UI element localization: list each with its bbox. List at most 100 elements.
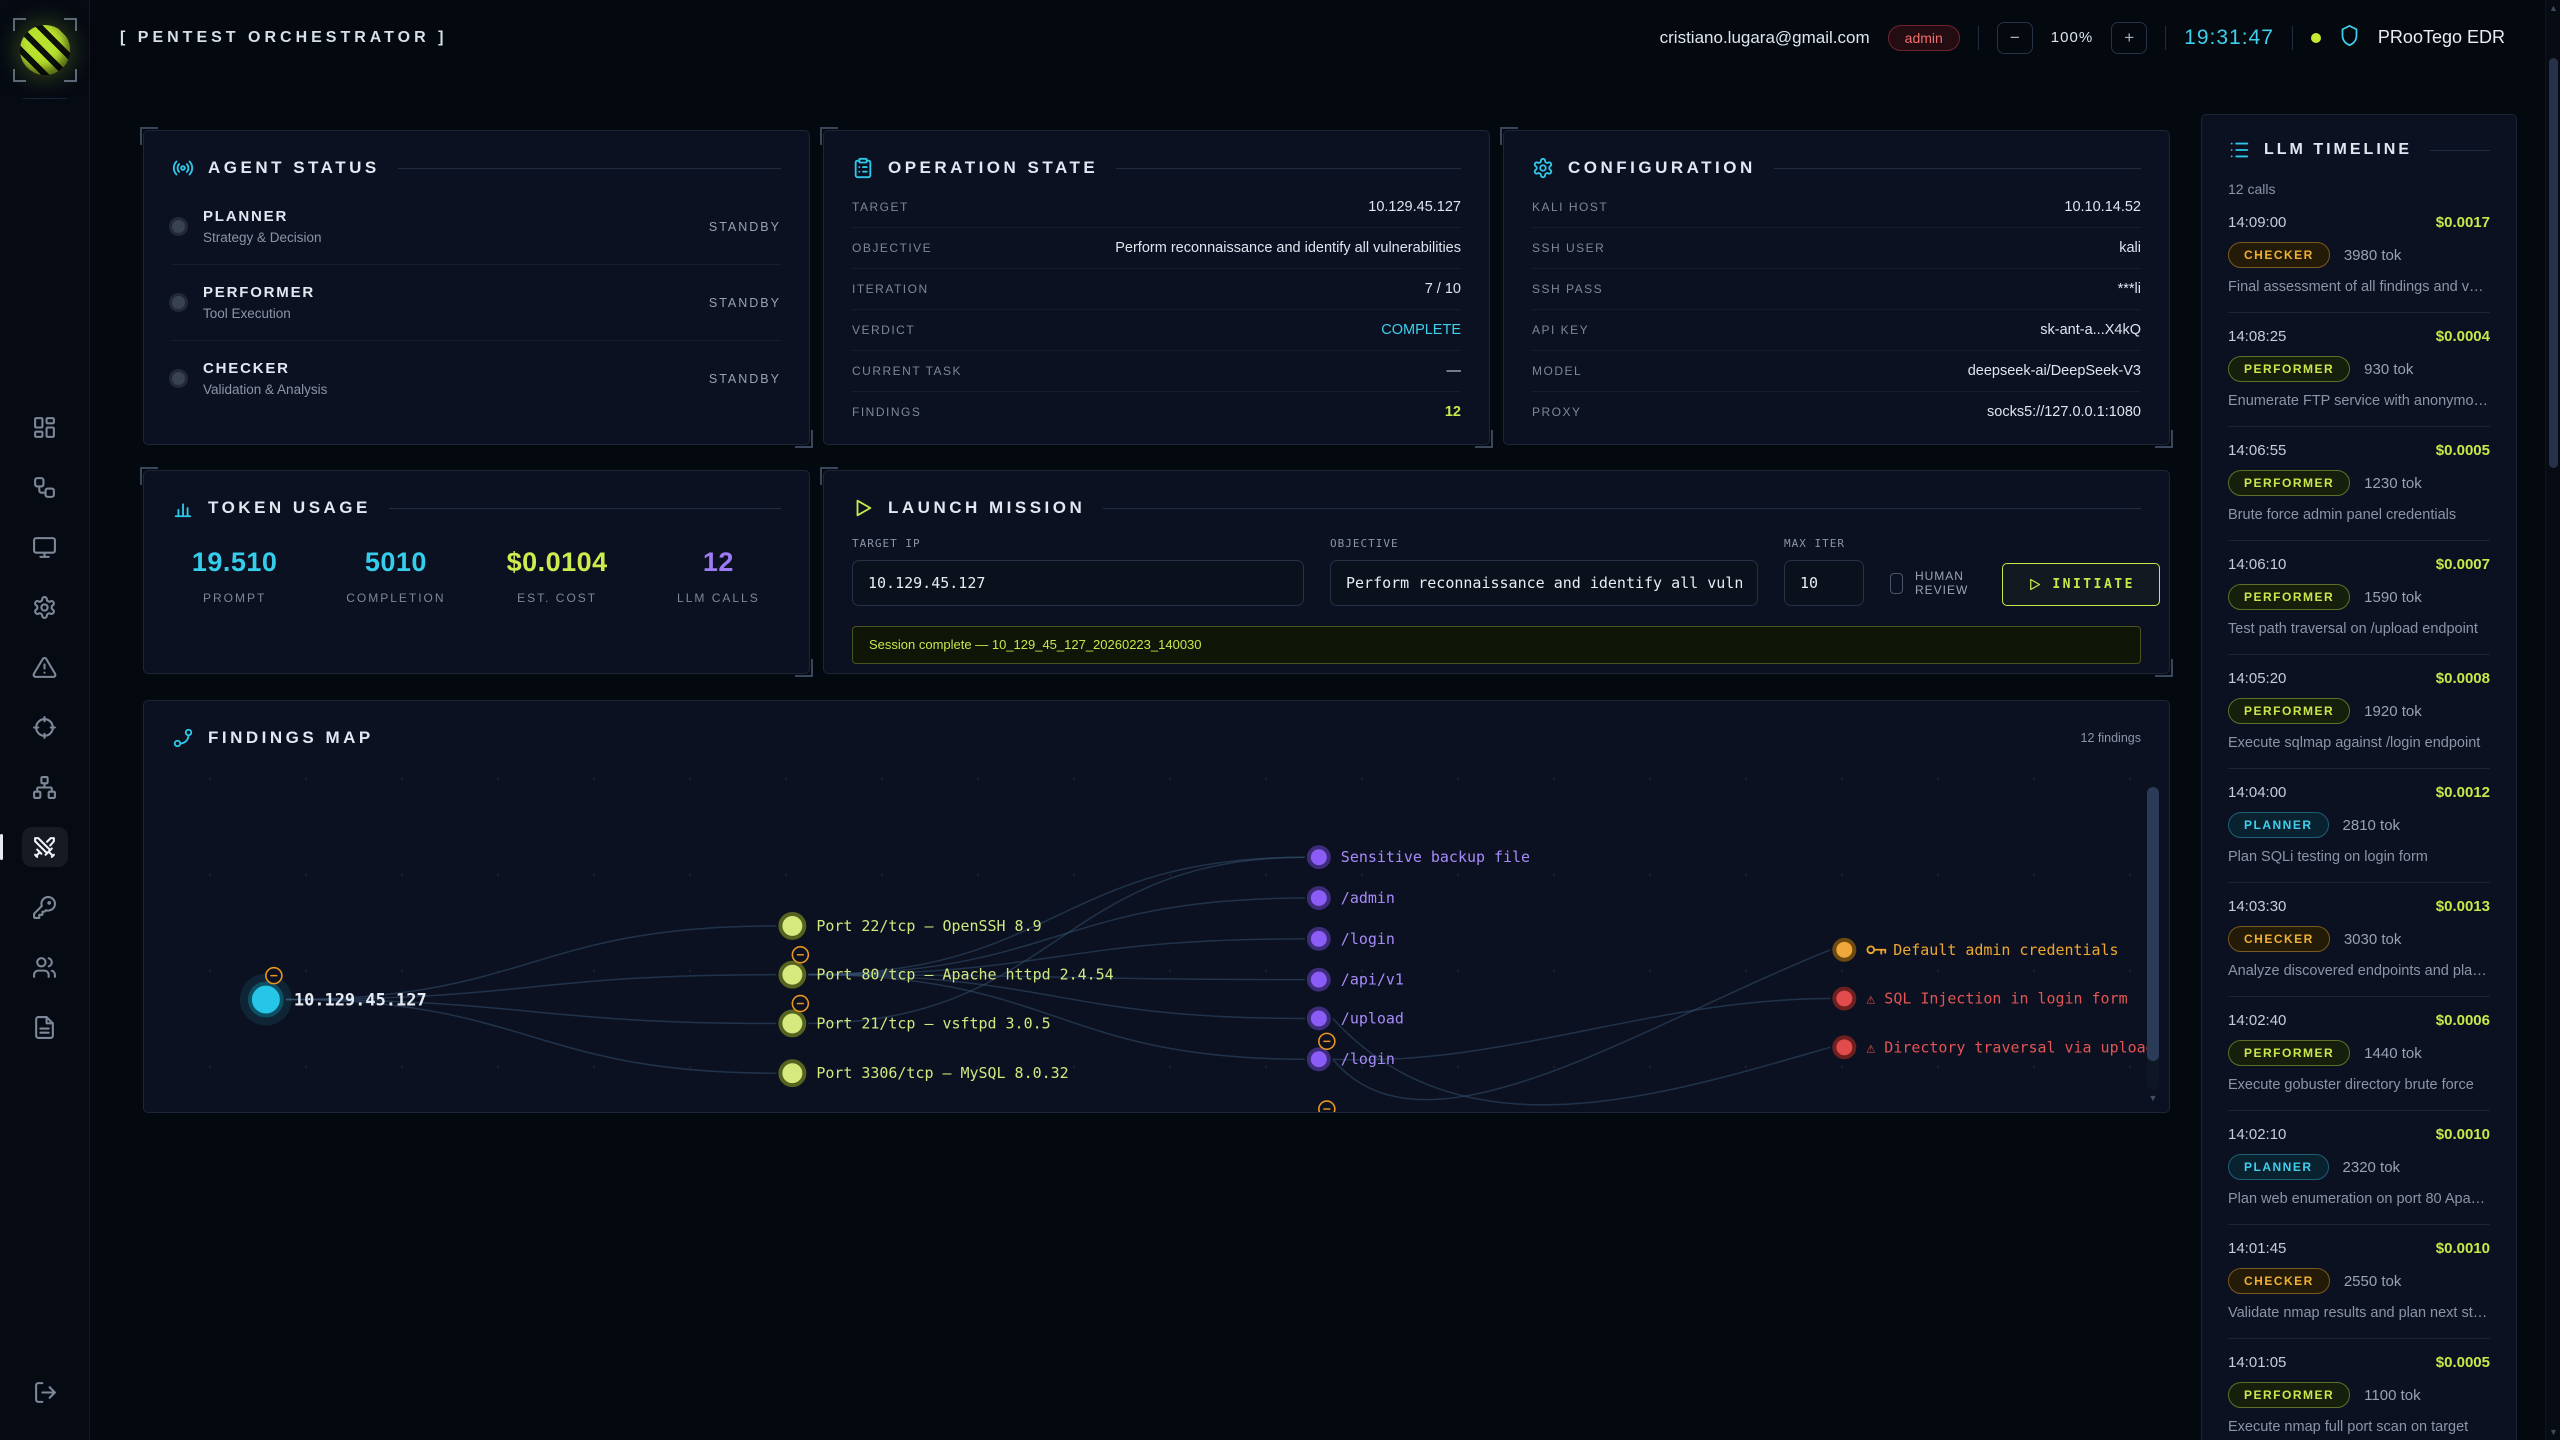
entry-description: Brute force admin panel credentials bbox=[2228, 507, 2490, 523]
sidebar-item-settings[interactable] bbox=[22, 587, 68, 627]
info-row: VERDICTCOMPLETE bbox=[852, 310, 1461, 351]
graph-node-p22[interactable] bbox=[780, 914, 804, 938]
sidebar-item-users[interactable] bbox=[22, 947, 68, 987]
info-row: PROXYsocks5://127.0.0.1:1080 bbox=[1532, 392, 2141, 432]
graph-node-label: ⚠ Directory traversal via upload bbox=[1866, 1038, 2154, 1056]
graph-edge bbox=[1333, 999, 1831, 1060]
info-value: 7 / 10 bbox=[1425, 281, 1461, 297]
timeline-entry[interactable]: 14:09:00$0.0017CHECKER3980 tokFinal asse… bbox=[2228, 199, 2490, 313]
sidebar-item-workflow[interactable] bbox=[22, 467, 68, 507]
page-scrollbar[interactable]: ▲ ▼ bbox=[2545, 0, 2560, 1440]
collapse-badge[interactable] bbox=[1319, 1101, 1335, 1112]
max-iter-label: MAX ITER bbox=[1784, 537, 1864, 550]
agent-role: Strategy & Decision bbox=[203, 230, 322, 245]
timeline-entry[interactable]: 14:06:55$0.0005PERFORMER1230 tokBrute fo… bbox=[2228, 427, 2490, 541]
graph-node-login1[interactable] bbox=[1309, 929, 1329, 949]
target-ip-input[interactable] bbox=[852, 560, 1304, 606]
collapse-badge[interactable] bbox=[792, 996, 808, 1012]
collapse-badge[interactable] bbox=[266, 968, 282, 984]
entry-time: 14:06:55 bbox=[2228, 442, 2286, 459]
timeline-entry[interactable]: 14:03:30$0.0013CHECKER3030 tokAnalyze di… bbox=[2228, 883, 2490, 997]
timeline-entry[interactable]: 14:06:10$0.0007PERFORMER1590 tokTest pat… bbox=[2228, 541, 2490, 655]
graph-edge bbox=[1333, 950, 1831, 1100]
sidebar-item-monitor[interactable] bbox=[22, 527, 68, 567]
sidebar bbox=[0, 0, 90, 1440]
agent-row: CHECKERValidation & AnalysisSTANDBY bbox=[172, 341, 781, 416]
panel-title: CONFIGURATION bbox=[1568, 158, 1756, 178]
objective-input[interactable] bbox=[1330, 560, 1758, 606]
graph-edge bbox=[808, 898, 1305, 975]
scroll-up-arrow[interactable]: ▲ bbox=[2546, 3, 2560, 13]
graph-node-login2[interactable] bbox=[1309, 1049, 1329, 1069]
zoom-out-button[interactable]: − bbox=[1997, 22, 2033, 54]
graph-node-p80[interactable] bbox=[780, 963, 804, 987]
info-row: FINDINGS12 bbox=[852, 392, 1461, 432]
map-scrollbar[interactable] bbox=[2147, 787, 2159, 1089]
initiate-button[interactable]: INITIATE bbox=[2002, 563, 2160, 606]
sidebar-item-credentials[interactable] bbox=[22, 887, 68, 927]
sidebar-item-pentest[interactable] bbox=[22, 827, 68, 867]
timeline-entry[interactable]: 14:02:40$0.0006PERFORMER1440 tokExecute … bbox=[2228, 997, 2490, 1111]
play-icon bbox=[852, 497, 874, 519]
entry-tokens: 2550 tok bbox=[2344, 1273, 2402, 1290]
agent-row: PERFORMERTool ExecutionSTANDBY bbox=[172, 265, 781, 341]
topbar-divider bbox=[1978, 26, 1979, 50]
collapse-badge[interactable] bbox=[1319, 1033, 1335, 1049]
agent-role: Validation & Analysis bbox=[203, 382, 327, 397]
entry-description: Plan SQLi testing on login form bbox=[2228, 849, 2490, 865]
sidebar-item-dashboard[interactable] bbox=[22, 407, 68, 447]
max-iter-input[interactable] bbox=[1784, 560, 1864, 606]
info-label: OBJECTIVE bbox=[852, 241, 932, 255]
graph-node-sqli[interactable] bbox=[1834, 989, 1854, 1009]
info-value: Perform reconnaissance and identify all … bbox=[1115, 240, 1461, 256]
graph-node-trav[interactable] bbox=[1834, 1037, 1854, 1057]
sidebar-item-network[interactable] bbox=[22, 767, 68, 807]
graph-node-backup[interactable] bbox=[1309, 847, 1329, 867]
agent-row: PLANNERStrategy & DecisionSTANDBY bbox=[172, 189, 781, 265]
graph-node-p3306[interactable] bbox=[780, 1061, 804, 1085]
agent-state-badge: STANDBY bbox=[709, 296, 781, 310]
graph-node-p21[interactable] bbox=[780, 1011, 804, 1035]
info-row: API KEYsk-ant-a...X4kQ bbox=[1532, 310, 2141, 351]
timeline-entry[interactable]: 14:04:00$0.0012PLANNER2810 tokPlan SQLi … bbox=[2228, 769, 2490, 883]
graph-node-admin[interactable] bbox=[1309, 888, 1329, 908]
sidebar-item-alerts[interactable] bbox=[22, 647, 68, 687]
graph-node-api[interactable] bbox=[1309, 970, 1329, 990]
graph-node-upload[interactable] bbox=[1309, 1009, 1329, 1029]
sidebar-item-reports[interactable] bbox=[22, 1007, 68, 1047]
graph-node-cred[interactable] bbox=[1834, 940, 1854, 960]
graph-node-label: /admin bbox=[1341, 889, 1395, 907]
entry-time: 14:05:20 bbox=[2228, 670, 2286, 687]
panel-title: OPERATION STATE bbox=[888, 158, 1098, 178]
clipboard-icon bbox=[852, 157, 874, 179]
graph-node-label: Port 21/tcp — vsftpd 3.0.5 bbox=[816, 1014, 1050, 1032]
clock: 19:31:47 bbox=[2184, 26, 2274, 50]
zoom-in-button[interactable]: + bbox=[2111, 22, 2147, 54]
info-label: ITERATION bbox=[852, 282, 929, 296]
timeline-entry[interactable]: 14:01:45$0.0010CHECKER2550 tokValidate n… bbox=[2228, 1225, 2490, 1339]
entry-description: Validate nmap results and plan next step… bbox=[2228, 1305, 2490, 1321]
timeline-entry[interactable]: 14:08:25$0.0004PERFORMER930 tokEnumerate… bbox=[2228, 313, 2490, 427]
map-scroll-down-arrow[interactable]: ▼ bbox=[2147, 1093, 2159, 1103]
agent-status-panel: AGENT STATUS PLANNERStrategy & DecisionS… bbox=[143, 130, 810, 445]
timeline-entry[interactable]: 14:02:10$0.0010PLANNER2320 tokPlan web e… bbox=[2228, 1111, 2490, 1225]
timeline-entry[interactable]: 14:01:05$0.0005PERFORMER1100 tokExecute … bbox=[2228, 1339, 2490, 1440]
entry-tokens: 1440 tok bbox=[2364, 1045, 2422, 1062]
graph-node-host[interactable] bbox=[250, 984, 282, 1016]
human-review-checkbox[interactable] bbox=[1890, 573, 1903, 594]
logout-button[interactable] bbox=[22, 1372, 68, 1412]
timeline-entry[interactable]: 14:05:20$0.0008PERFORMER1920 tokExecute … bbox=[2228, 655, 2490, 769]
info-value: deepseek-ai/DeepSeek-V3 bbox=[1968, 363, 2141, 379]
scrollbar-thumb[interactable] bbox=[2549, 58, 2558, 468]
app-logo[interactable] bbox=[13, 18, 77, 82]
workflow-icon bbox=[32, 475, 57, 500]
entry-description: Test path traversal on /upload endpoint bbox=[2228, 621, 2490, 637]
sidebar-item-targets[interactable] bbox=[22, 707, 68, 747]
scroll-down-arrow[interactable]: ▼ bbox=[2546, 1427, 2560, 1437]
collapse-badge[interactable] bbox=[792, 947, 808, 963]
graph-node-label: Sensitive backup file bbox=[1341, 848, 1530, 866]
info-label: FINDINGS bbox=[852, 405, 921, 419]
entry-time: 14:03:30 bbox=[2228, 898, 2286, 915]
entry-time: 14:06:10 bbox=[2228, 556, 2286, 573]
agent-name: CHECKER bbox=[203, 360, 327, 377]
